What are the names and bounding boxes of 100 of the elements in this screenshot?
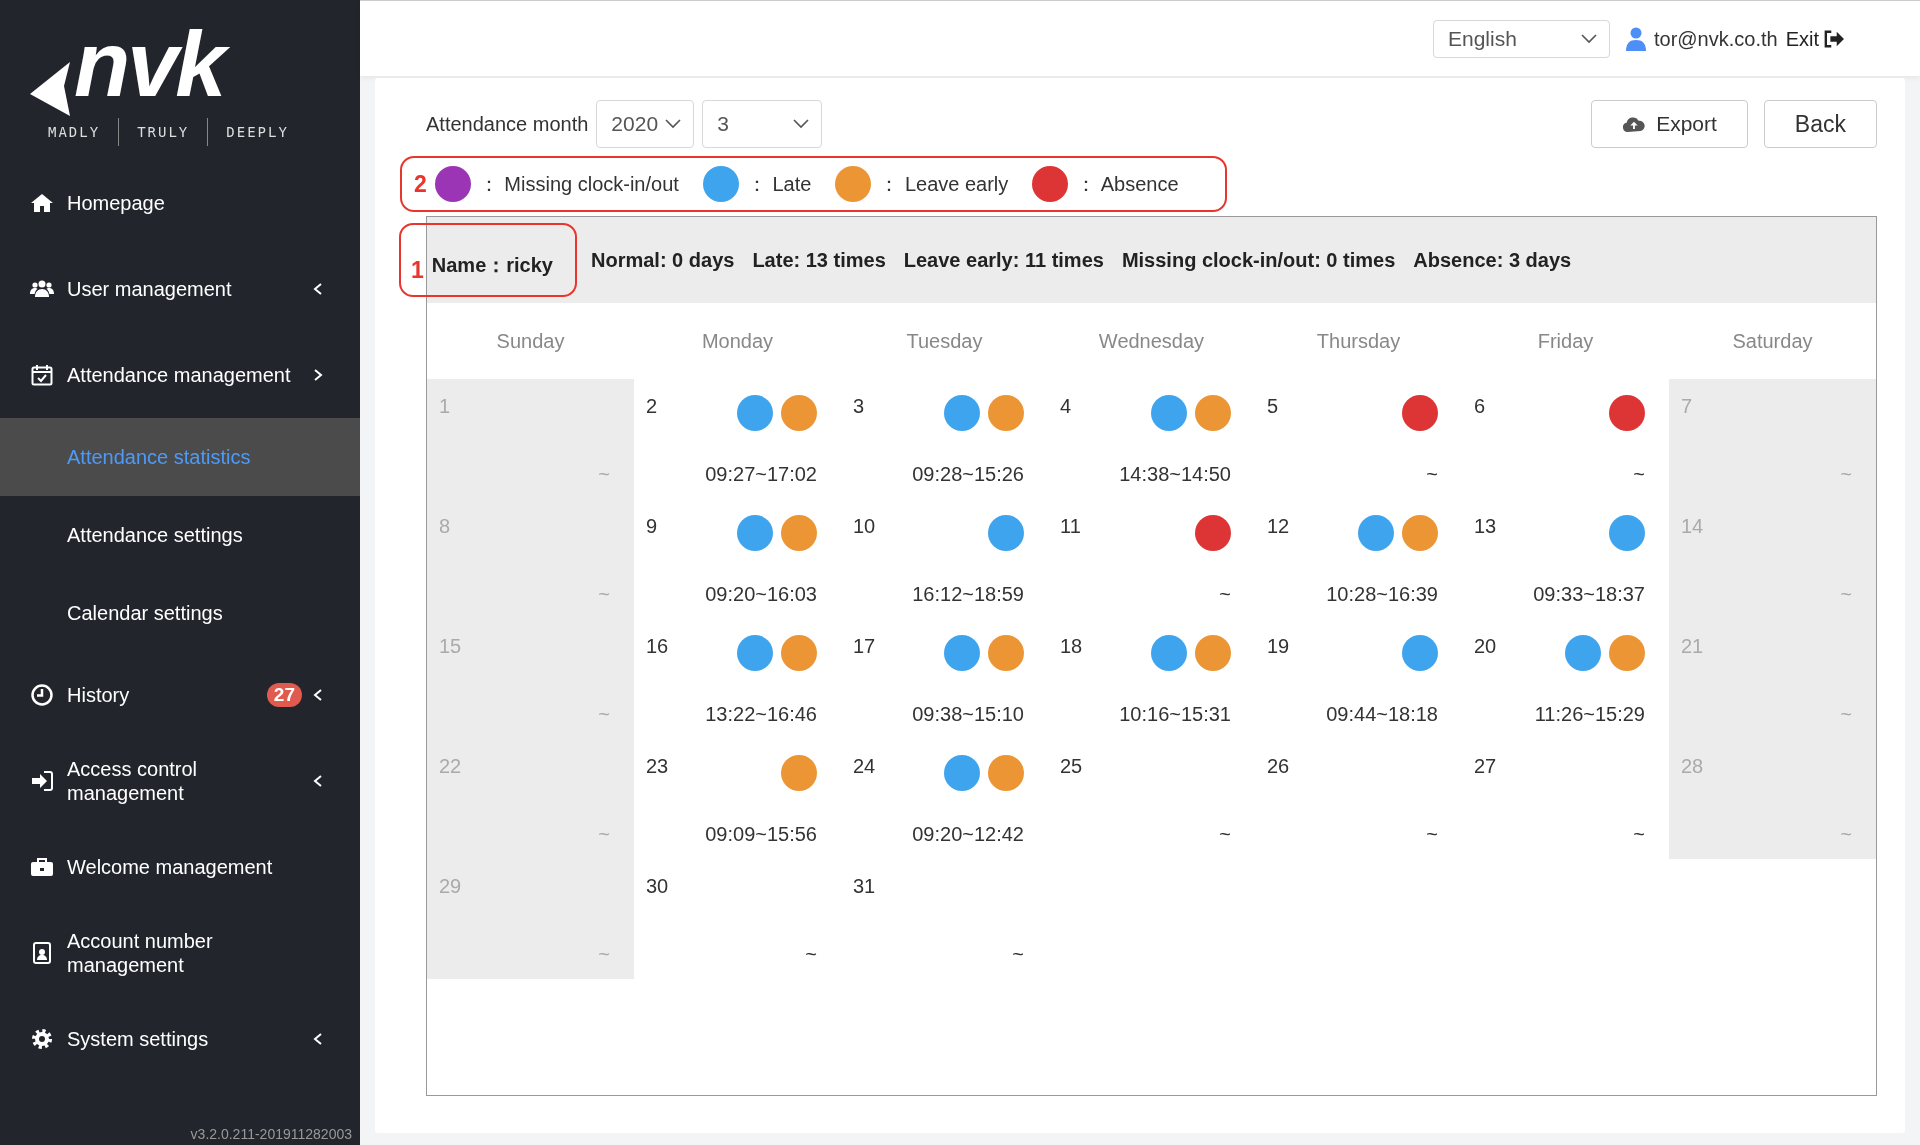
caret-icon: [1580, 33, 1597, 44]
time-range: 09:27~17:02: [704, 462, 817, 487]
time-range: 09:20~16:03: [704, 582, 817, 607]
time-range: ~: [1839, 702, 1852, 727]
day-number: 31: [853, 874, 876, 899]
summary-stat: Absence: 3 days: [1413, 248, 1572, 273]
summary-stat: Leave early: 11 times: [903, 248, 1104, 273]
day-number: 12: [1267, 514, 1290, 539]
sidebar-item[interactable]: Homepage: [0, 160, 360, 246]
calendar-check-icon: [30, 363, 54, 387]
time-range: 09:20~12:42: [911, 822, 1024, 847]
time-range: ~: [1632, 462, 1645, 487]
caret-icon: [665, 119, 682, 129]
sidebar-item[interactable]: Access control management: [0, 738, 360, 824]
clock-icon: [30, 683, 54, 707]
sidebar-item[interactable]: Account number management: [0, 910, 360, 996]
legend-label: ： Missing clock-in/out: [478, 172, 679, 197]
day-number: 8: [439, 514, 451, 539]
time-range: 09:33~18:37: [1532, 582, 1645, 607]
time-range: 09:09~15:56: [704, 822, 817, 847]
time-range: ~: [1839, 462, 1852, 487]
day-number: 5: [1267, 394, 1279, 419]
day-number: 11: [1060, 514, 1081, 539]
time-range: ~: [597, 942, 610, 967]
day-number: 20: [1474, 634, 1497, 659]
sidebar-subitem[interactable]: Attendance settings: [0, 496, 360, 574]
version-text: v3.2.0.211-201911282003: [189, 1125, 353, 1144]
time-range: ~: [597, 582, 610, 607]
time-range: 14:38~14:50: [1118, 462, 1231, 487]
day-number: 13: [1474, 514, 1497, 539]
time-range: ~: [1632, 822, 1645, 847]
employee-name: Name：ricky: [431, 253, 553, 278]
user-email: tor@nvk.co.th: [1653, 26, 1778, 52]
gear-icon: [30, 1027, 54, 1051]
year-select[interactable]: 2020: [596, 100, 695, 148]
day-number: 6: [1474, 394, 1486, 419]
time-range: ~: [597, 822, 610, 847]
caret-icon: [793, 119, 810, 129]
time-range: ~: [597, 462, 610, 487]
sidebar-item[interactable]: Welcome management: [0, 824, 360, 910]
day-number: 18: [1060, 634, 1083, 659]
time-range: 09:28~15:26: [911, 462, 1024, 487]
month-label: Attendance month: [426, 112, 589, 137]
sidebar-item[interactable]: System settings: [0, 996, 360, 1082]
day-number: 28: [1681, 754, 1704, 779]
back-button[interactable]: Back: [1763, 100, 1877, 148]
legend-label: ： Late: [746, 172, 812, 197]
logo-tagline: TRULY: [136, 122, 191, 142]
time-range: 11:26~15:29: [1533, 702, 1645, 727]
day-number: 14: [1681, 514, 1704, 539]
time-range: ~: [1425, 822, 1438, 847]
day-number: 19: [1267, 634, 1290, 659]
day-number: 7: [1681, 394, 1693, 419]
day-number: 2: [646, 394, 658, 419]
export-button[interactable]: Export: [1591, 100, 1748, 148]
time-range: ~: [1425, 462, 1438, 487]
summary-stat: Late: 13 times: [752, 248, 886, 273]
weekday-header: Tuesday: [905, 329, 984, 354]
time-range: 13:22~16:46: [704, 702, 817, 727]
annotation-number: 1: [411, 255, 424, 285]
weekday-header: Wednesday: [1097, 329, 1206, 354]
sidebar-item[interactable]: History 27: [0, 652, 360, 738]
day-number: 24: [853, 754, 876, 779]
time-range: ~: [1011, 942, 1024, 967]
briefcase-icon: [30, 855, 54, 879]
weekday-header: Thursday: [1315, 329, 1402, 354]
cloud-upload-icon: [1622, 115, 1647, 133]
legend-label: ： Absence: [1076, 172, 1179, 197]
language-select[interactable]: English: [1432, 19, 1610, 58]
day-number: 10: [853, 514, 876, 539]
month-select[interactable]: 3: [702, 100, 823, 148]
weekday-header: Friday: [1536, 329, 1595, 354]
time-range: ~: [1839, 582, 1852, 607]
sidebar-subitem[interactable]: Calendar settings: [0, 574, 360, 652]
day-number: 15: [439, 634, 462, 659]
day-number: 1: [439, 394, 451, 419]
day-number: 3: [853, 394, 865, 419]
logo-wordmark: nvk: [74, 18, 236, 110]
home-icon: [30, 191, 54, 215]
summary-stat: Missing clock-in/out: 0 times: [1121, 248, 1396, 273]
exit-link[interactable]: Exit: [1785, 23, 1845, 54]
day-number: 23: [646, 754, 669, 779]
id-badge-icon: [30, 941, 54, 965]
time-range: 10:16~15:31: [1118, 702, 1231, 727]
day-number: 17: [853, 634, 876, 659]
day-number: 27: [1474, 754, 1497, 779]
sidebar-item[interactable]: User management: [0, 246, 360, 332]
legend-label: ： Leave early: [879, 172, 1009, 197]
summary-stat: Normal: 0 days: [591, 248, 735, 273]
weekday-header: Sunday: [495, 329, 566, 354]
time-range: 16:12~18:59: [911, 582, 1024, 607]
day-number: 29: [439, 874, 462, 899]
time-range: 09:44~18:18: [1325, 702, 1438, 727]
time-range: ~: [1839, 822, 1852, 847]
logo-tagline: MADLY: [47, 122, 102, 142]
day-number: 21: [1681, 634, 1704, 659]
sidebar-item[interactable]: Attendance management: [0, 332, 360, 418]
time-range: ~: [1218, 582, 1231, 607]
exit-icon: [1823, 28, 1845, 49]
count-badge: 27: [266, 682, 302, 708]
